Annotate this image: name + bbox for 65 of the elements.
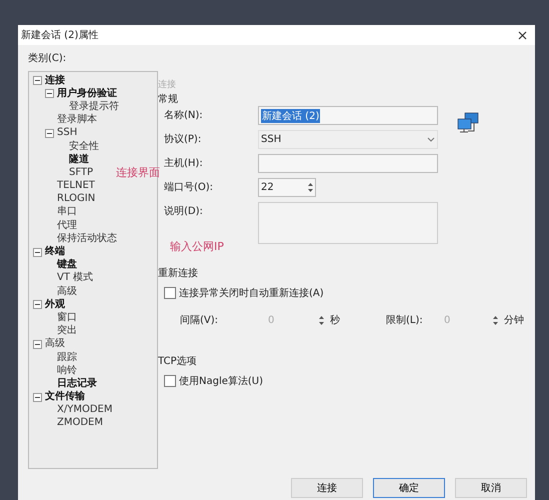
tree-item[interactable]: 登录脚本 (57, 114, 97, 126)
field-label: 名称(N): (164, 109, 204, 123)
tree-item[interactable]: ZMODEM (57, 417, 103, 430)
collapse-icon[interactable] (45, 89, 54, 98)
unit-label: 秒 (329, 314, 341, 327)
panel-title: 连接 (158, 78, 177, 92)
network-computers-icon (456, 112, 480, 134)
field-label: 间隔(V): (180, 314, 220, 327)
window-title: 新建会话 (2)属性 (21, 28, 98, 42)
field-label: 端口号(O): (164, 180, 214, 195)
dialog-button[interactable]: 取消 (455, 478, 527, 498)
field-label: 限制(L): (386, 314, 424, 327)
tree-item[interactable]: 键盘 (57, 259, 77, 272)
tree-item[interactable]: 高级 (45, 338, 65, 350)
collapse-icon[interactable] (33, 76, 42, 86)
tree-item[interactable]: 外观 (45, 298, 65, 311)
tree-item[interactable]: 高级 (57, 286, 77, 298)
tree-item[interactable]: 连接 (45, 74, 65, 87)
tree-item[interactable]: 窗口 (57, 312, 77, 324)
tree-item[interactable]: 用户身份验证 (57, 88, 117, 100)
section-heading: TCP选项 (158, 354, 198, 368)
tree-item[interactable]: 终端 (45, 246, 65, 258)
spinner-field[interactable]: 22 (258, 178, 316, 197)
section-heading: 重新连接 (158, 266, 199, 280)
tree-item[interactable]: 隧道 (69, 154, 89, 166)
collapse-icon[interactable] (45, 128, 54, 138)
unit-label: 分钟 (503, 314, 525, 327)
dialog-button[interactable]: 确定 (373, 478, 445, 498)
text-field[interactable]: 新建会话 (2) (258, 106, 438, 125)
tree-item[interactable]: 保持活动状态 (57, 232, 117, 245)
field-label: 主机(H): (164, 156, 204, 171)
dropdown-field[interactable]: SSH (258, 130, 438, 149)
textarea-field[interactable] (258, 202, 438, 244)
tree-item[interactable]: 跟踪 (57, 352, 77, 364)
chevron-down-icon[interactable] (427, 137, 435, 142)
text-field[interactable] (258, 154, 438, 173)
tree-item[interactable]: VT 模式 (57, 272, 94, 284)
category-label: 类别(C): (28, 52, 68, 65)
tree-item[interactable]: 文件传输 (45, 391, 85, 404)
spin-arrows-icon[interactable] (308, 182, 313, 193)
tree-item[interactable]: 串口 (57, 206, 77, 218)
collapse-icon[interactable] (33, 248, 42, 257)
checkbox[interactable]: 连接异常关闭时自动重新连接(A) (158, 286, 540, 300)
tree-item[interactable]: 代理 (57, 220, 77, 232)
tree-item[interactable]: X/YMODEM (57, 404, 112, 416)
collapse-icon[interactable] (33, 340, 42, 349)
tree-item[interactable]: 日志记录 (57, 378, 97, 390)
collapse-icon[interactable] (33, 300, 42, 310)
tree-item[interactable]: 响铃 (57, 364, 77, 377)
tree-item[interactable]: SSH (57, 127, 78, 140)
annotation-text: 连接界面 (116, 165, 160, 180)
tree-item[interactable]: TELNET (57, 180, 95, 192)
section-heading: 常规 (158, 92, 179, 106)
tree-item[interactable]: SFTP (69, 166, 94, 179)
field-label: 协议(P): (164, 132, 202, 147)
tree-item[interactable]: RLOGIN (57, 193, 96, 206)
close-icon[interactable] (518, 30, 527, 40)
tree-item[interactable]: 登录提示符 (69, 100, 119, 113)
annotation-text: 输入公网IP (170, 239, 224, 254)
field-label: 说明(D): (164, 205, 204, 219)
dialog-button[interactable]: 连接 (291, 478, 363, 498)
collapse-icon[interactable] (33, 392, 42, 402)
checkbox[interactable]: 使用Nagle算法(U) (158, 374, 540, 388)
tree-item[interactable]: 安全性 (69, 140, 99, 153)
tree-item[interactable]: 突出 (57, 325, 77, 338)
